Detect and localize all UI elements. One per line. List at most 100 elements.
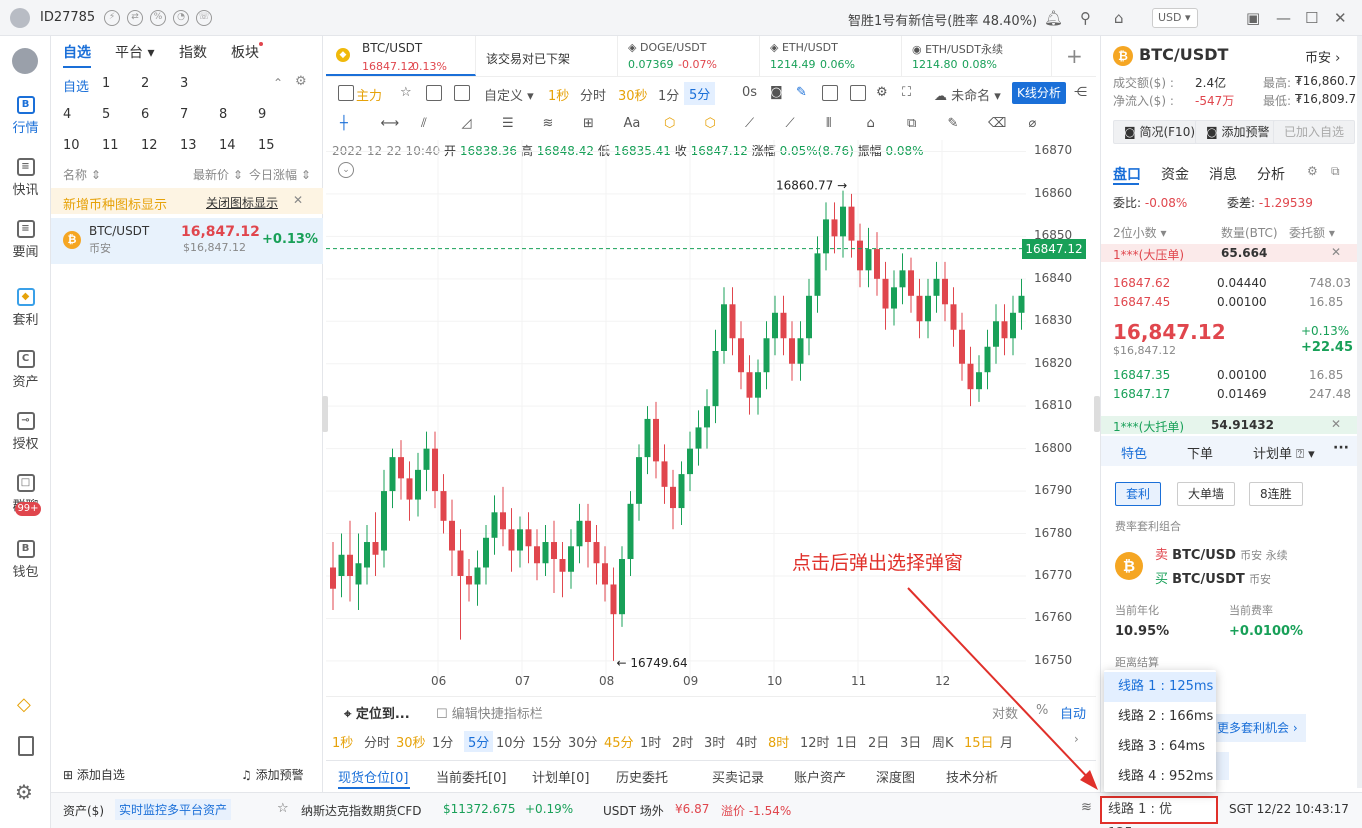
- tf-30s[interactable]: 30秒: [618, 85, 648, 104]
- tf-fenshi[interactable]: 分时: [580, 85, 606, 104]
- star-icon[interactable]: ☆: [400, 85, 412, 100]
- measure-tool-icon[interactable]: ⊞: [583, 116, 594, 131]
- tf-option-14[interactable]: 12时: [800, 732, 830, 751]
- bottom-tab-3[interactable]: 历史委托: [616, 767, 668, 786]
- tf-option-16[interactable]: 2日: [868, 732, 889, 751]
- tf-option-13[interactable]: 8时: [768, 732, 789, 751]
- layout-grid-icon[interactable]: [454, 85, 470, 101]
- watch-group-15[interactable]: 15: [258, 138, 275, 153]
- added-watch-button[interactable]: 已加入自选: [1273, 120, 1356, 144]
- locate-button[interactable]: ⌖ 定位到...: [344, 703, 410, 722]
- brief-button[interactable]: ◙ 简况(F10): [1113, 120, 1207, 144]
- star-icon[interactable]: ☆: [277, 801, 289, 816]
- col-change[interactable]: 今日涨幅 ⇕: [249, 166, 311, 183]
- tf-1m[interactable]: 1分: [658, 85, 679, 104]
- exchange-link[interactable]: 币安 ›: [1305, 47, 1340, 66]
- left-collapse-handle[interactable]: [322, 396, 328, 432]
- settings-icon[interactable]: ⚙: [15, 780, 33, 804]
- nav-wallet[interactable]: B 钱包: [0, 540, 51, 580]
- watch-group-1[interactable]: 1: [102, 76, 110, 91]
- watch-group-8[interactable]: 8: [219, 107, 227, 122]
- ask-row[interactable]: 16847.45 0.00100 16.85: [1113, 295, 1353, 313]
- gauge-icon[interactable]: ◔: [173, 10, 189, 26]
- tf-option-6[interactable]: 15分: [532, 732, 562, 751]
- chart-tab-doge[interactable]: ◈ DOGE/USDT 0.07369 -0.07%: [618, 36, 760, 76]
- ray-tool-icon[interactable]: ◿: [462, 116, 472, 131]
- pill-streak[interactable]: 8连胜: [1249, 482, 1303, 506]
- search-icon[interactable]: ⚲: [1080, 9, 1091, 27]
- bottom-tab-2[interactable]: 计划单[0]: [532, 767, 589, 786]
- amount-select[interactable]: 委托额 ▾: [1289, 224, 1335, 241]
- bottom-tab-5[interactable]: 账户资产: [794, 767, 846, 786]
- bid-row[interactable]: 16847.17 0.01469 247.48: [1113, 387, 1353, 405]
- tab-order[interactable]: 下单: [1187, 443, 1213, 462]
- watch-row[interactable]: ₿ BTC/USDT 币安 16,847.12 $16,847.12 +0.13…: [51, 218, 323, 264]
- decimals-select[interactable]: 2位小数 ▾: [1113, 224, 1166, 241]
- diamond-icon[interactable]: ◇: [17, 694, 31, 715]
- close-icon[interactable]: ✕: [1331, 417, 1341, 431]
- tab-funds[interactable]: 资金: [1161, 164, 1189, 184]
- text-tool-icon[interactable]: Aa: [624, 116, 641, 131]
- crosshair-tool-icon[interactable]: ┼: [340, 116, 348, 131]
- close-icon[interactable]: ✕: [1331, 245, 1341, 259]
- tf-option-10[interactable]: 2时: [672, 732, 693, 751]
- more-arbitrage-button[interactable]: 更多套利机会 ›: [1209, 714, 1306, 742]
- line-option-1[interactable]: 线路 1 : 125ms: [1104, 672, 1216, 702]
- tab-platform[interactable]: 平台 ▾: [115, 42, 154, 62]
- add-tab-icon[interactable]: +: [1066, 44, 1083, 68]
- line-option-3[interactable]: 线路 3 : 64ms: [1104, 732, 1216, 762]
- kline-analysis-button[interactable]: K线分析: [1012, 82, 1066, 104]
- tab-index[interactable]: 指数: [179, 42, 207, 62]
- tab-news[interactable]: 消息: [1209, 164, 1237, 184]
- tab-feature[interactable]: 特色: [1121, 443, 1147, 462]
- copy-tool-icon[interactable]: ⧉: [907, 116, 916, 131]
- watch-group-14[interactable]: 14: [219, 138, 236, 153]
- watch-group-6[interactable]: 6: [141, 107, 149, 122]
- bars-tool-icon[interactable]: ⫴: [826, 116, 831, 131]
- tf-option-3[interactable]: 1分: [432, 732, 453, 751]
- brush-tool-icon[interactable]: ⟋: [786, 116, 795, 131]
- edit-indicators-button[interactable]: ☐ 编辑快捷指标栏: [436, 703, 543, 722]
- main-indicator[interactable]: 主力: [356, 85, 382, 104]
- chart-tab-eth[interactable]: ◈ ETH/USDT 1214.49 0.06%: [760, 36, 902, 76]
- tf-option-1[interactable]: 分时: [364, 732, 390, 751]
- minimize-icon[interactable]: —: [1276, 9, 1291, 27]
- chart-tab-eth-perp[interactable]: ◉ ETH/USDT永续 1214.80 0.08%: [902, 36, 1052, 76]
- magnet-tool-icon[interactable]: ⌀: [1029, 116, 1037, 131]
- tf-option-0[interactable]: 1秒: [332, 732, 353, 751]
- ruler-tool-icon[interactable]: ⟋: [745, 116, 754, 131]
- line-option-2[interactable]: 线路 2 : 166ms: [1104, 702, 1216, 732]
- edit-tool-icon[interactable]: ✎: [948, 116, 959, 131]
- popout-icon[interactable]: ⧉: [1331, 164, 1340, 179]
- tf-option-9[interactable]: 1时: [640, 732, 661, 751]
- orderbook-settings-icon[interactable]: ⚙: [1307, 164, 1318, 178]
- collapse-icon[interactable]: ⌃: [273, 76, 283, 90]
- watch-group-11[interactable]: 11: [102, 138, 119, 153]
- watch-group-3[interactable]: 3: [180, 76, 188, 91]
- watch-group-13[interactable]: 13: [180, 138, 197, 153]
- signal-notice[interactable]: 智胜1号有新信号(胜率 48.40%): [848, 10, 1037, 29]
- lightning-icon[interactable]: ⚡: [104, 10, 120, 26]
- tf-option-12[interactable]: 4时: [736, 732, 757, 751]
- tab-watch[interactable]: 自选: [63, 42, 91, 68]
- tf-option-7[interactable]: 30分: [568, 732, 598, 751]
- draw-icon[interactable]: [822, 85, 838, 101]
- layout-icon[interactable]: ▣: [1246, 9, 1260, 27]
- watch-group-0[interactable]: 自选: [63, 76, 89, 95]
- tab-sector[interactable]: 板块: [231, 42, 259, 62]
- layout-select[interactable]: ☁ 未命名 ▾: [934, 85, 1001, 104]
- watch-group-10[interactable]: 10: [63, 138, 80, 153]
- watch-group-12[interactable]: 12: [141, 138, 158, 153]
- camera-icon[interactable]: ◙: [770, 85, 783, 100]
- share-icon[interactable]: ⋲: [1074, 85, 1087, 100]
- monitor-button[interactable]: 实时监控多平台资产: [115, 799, 232, 820]
- wave-tool-icon[interactable]: ≋: [543, 116, 554, 131]
- add-alert-button[interactable]: ♫ 添加预警: [241, 766, 304, 783]
- tf-option-15[interactable]: 1日: [836, 732, 857, 751]
- line-option-4[interactable]: 线路 4 : 952ms: [1104, 762, 1216, 792]
- close-icon[interactable]: ✕: [1334, 9, 1347, 27]
- watch-group-4[interactable]: 4: [63, 107, 71, 122]
- watch-group-7[interactable]: 7: [180, 107, 188, 122]
- currency-select[interactable]: USD ▾: [1152, 8, 1198, 28]
- pill-arbitrage[interactable]: 套利: [1115, 482, 1162, 506]
